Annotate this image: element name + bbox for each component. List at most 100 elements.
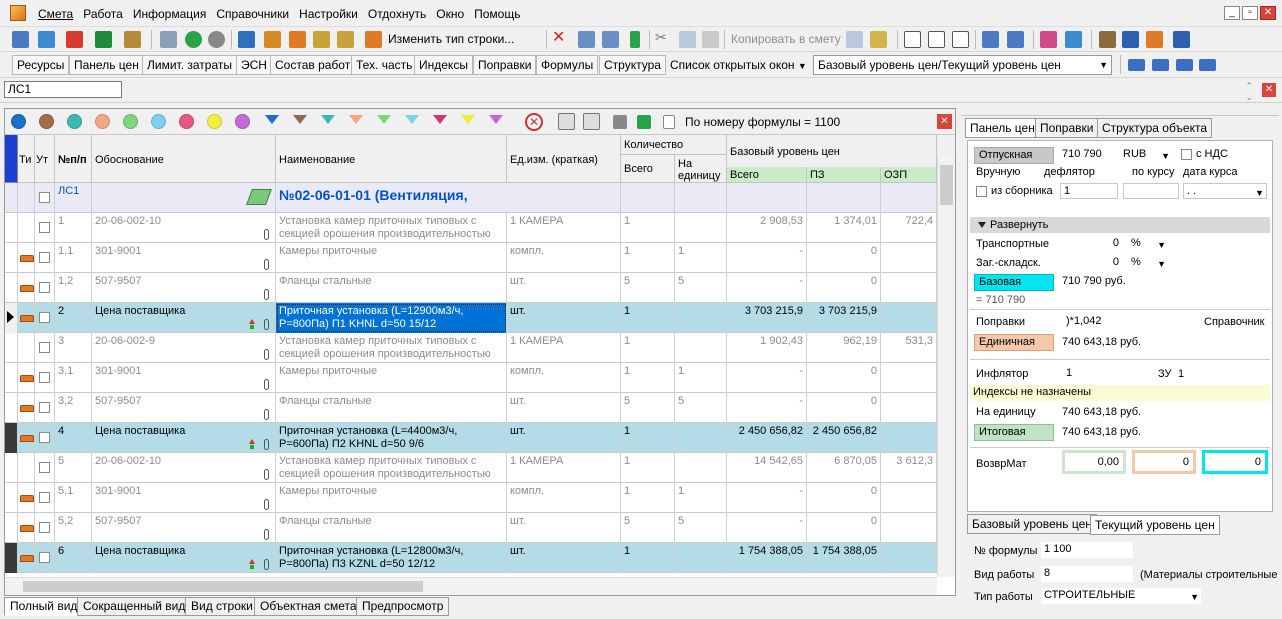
open-windows-menu[interactable]: Список открытых окон ▼ (670, 58, 807, 74)
vertical-scrollbar[interactable] (937, 155, 955, 577)
column-num[interactable]: №п/п (55, 135, 92, 183)
approve-checkbox-cell[interactable] (35, 453, 55, 483)
approve-checkbox[interactable] (39, 402, 50, 413)
recalc-icon[interactable] (238, 31, 255, 48)
transport-unit-select[interactable]: % ▼ (1128, 236, 1168, 252)
row-selector[interactable] (5, 333, 18, 363)
structure2-icon[interactable] (1007, 31, 1024, 48)
otpusknaya-badge[interactable]: Отпускная (974, 147, 1054, 164)
approve-checkbox[interactable] (39, 342, 50, 353)
tab-price-panel[interactable]: Панель цен (69, 55, 144, 75)
table-row[interactable]: 3 20-06-002-9 Установка камер приточных ти… (5, 333, 937, 363)
undo-icon[interactable] (208, 31, 225, 48)
approve-checkbox-cell[interactable] (35, 513, 55, 543)
reference-label[interactable]: Справочник (1204, 315, 1265, 330)
total-badge[interactable]: Итоговая (974, 424, 1054, 441)
unit-badge[interactable]: Единичная (974, 334, 1054, 351)
table-row[interactable]: 6 Цена поставщика Приточная установка (L=1… (5, 543, 937, 573)
attachment-icon[interactable] (264, 319, 269, 330)
car-icon[interactable] (1173, 31, 1190, 48)
tab-current-level[interactable]: Текущий уровень цен (1090, 515, 1220, 535)
delete-icon[interactable]: ✕ (552, 30, 565, 46)
approve-checkbox[interactable] (39, 552, 50, 563)
approve-checkbox-cell[interactable] (35, 543, 55, 573)
close-address-icon[interactable]: ✕ (1262, 83, 1276, 97)
move-down-icon[interactable] (602, 31, 619, 48)
row-selector[interactable] (5, 453, 18, 483)
expand-all-icon[interactable] (558, 113, 575, 130)
storage-input[interactable]: 0 (1063, 255, 1123, 271)
approve-checkbox[interactable] (39, 222, 50, 233)
approve-checkbox[interactable] (39, 492, 50, 503)
table-row[interactable]: 5,1 301-9001 Камеры приточные компл. 1 1 - 0 (5, 483, 937, 513)
approve-checkbox-cell[interactable] (35, 393, 55, 423)
pdf-icon[interactable] (66, 31, 83, 48)
add-row-icon[interactable] (12, 31, 29, 48)
horizontal-scrollbar[interactable] (5, 577, 937, 595)
color-filter-dot-icon[interactable] (123, 114, 138, 129)
tab-corrections[interactable]: Поправки (1035, 118, 1099, 138)
row-selector[interactable] (5, 423, 18, 453)
hammer-icon[interactable] (1099, 31, 1116, 48)
attachment-icon[interactable] (264, 469, 269, 480)
color-filter-dot-icon[interactable] (151, 114, 166, 129)
table-row[interactable]: 3,1 301-9001 Камеры приточные компл. 1 1 - 0 (5, 363, 937, 393)
move-up-icon[interactable] (578, 31, 595, 48)
currency-select[interactable]: RUB ▼ (1120, 147, 1170, 163)
layers-icon[interactable] (1065, 31, 1082, 48)
tab-base-level[interactable]: Базовый уровень цен (967, 514, 1097, 534)
scroll-thumb[interactable] (23, 581, 423, 592)
rate-date-select[interactable]: . . ▼ (1183, 183, 1267, 199)
vozvrmat-input-2[interactable]: 0 (1132, 450, 1196, 474)
approve-checkbox[interactable] (39, 462, 50, 473)
color-filter-dot-icon[interactable] (235, 114, 250, 129)
vozvrmat-input-3[interactable]: 0 (1202, 450, 1268, 474)
estimate-address-input[interactable]: ЛС1 (4, 81, 122, 98)
rate-input[interactable] (1123, 183, 1179, 199)
pc-icon[interactable] (904, 31, 921, 48)
row-selector[interactable] (5, 183, 18, 213)
transport-input[interactable]: 0 (1063, 236, 1123, 252)
row-selector[interactable] (5, 213, 18, 243)
column-ozp[interactable]: ОЗП (881, 167, 937, 183)
clear-filter-icon[interactable]: ✕ (525, 113, 543, 131)
column-qty-total[interactable]: Всего (621, 155, 675, 183)
approve-checkbox-cell[interactable] (35, 363, 55, 393)
tab-price-panel[interactable]: Панель цен (965, 118, 1040, 138)
attachment-icon[interactable] (264, 409, 269, 420)
deflator-input[interactable]: 1 (1060, 183, 1118, 199)
copy-icon[interactable] (679, 31, 696, 48)
approve-checkbox-cell[interactable] (35, 423, 55, 453)
filter-funnel-icon[interactable] (433, 115, 447, 124)
approve-checkbox-cell[interactable] (35, 183, 55, 213)
color-filter-dot-icon[interactable] (95, 114, 110, 129)
tab-row-view[interactable]: Вид строки (185, 597, 259, 616)
vozvrmat-input-1[interactable]: 0,00 (1062, 450, 1126, 474)
edit-section-icon[interactable] (246, 189, 272, 205)
table-row[interactable]: 5,2 507-9507 Фланцы стальные шт. 5 5 - 0 (5, 513, 937, 543)
note-icon[interactable] (337, 31, 354, 48)
change-row-type-button[interactable]: Изменить тип строки... (388, 32, 514, 47)
pr-icon[interactable] (928, 31, 945, 48)
scroll-thumb[interactable] (940, 165, 953, 205)
approve-checkbox-cell[interactable] (35, 273, 55, 303)
table-row[interactable]: 1,1 301-9001 Камеры приточные компл. 1 1 - 0 (5, 243, 937, 273)
tab-full-view[interactable]: Полный вид (4, 597, 84, 616)
restore-icon[interactable]: ▫ (1242, 6, 1258, 20)
tab-formulas[interactable]: Формулы (536, 55, 599, 75)
attachment-icon[interactable] (264, 289, 269, 300)
column-basis[interactable]: Обоснование (92, 135, 276, 183)
column-base-total[interactable]: Всего (727, 167, 807, 183)
filter-funnel-icon[interactable] (321, 115, 335, 124)
paste-icon[interactable] (702, 31, 719, 48)
outdent-icon[interactable] (1152, 59, 1169, 71)
price-level-select[interactable]: Базовый уровень цен/Текущий уровень цен … (813, 55, 1112, 75)
color-filter-dot-icon[interactable] (11, 114, 26, 129)
storage-unit-select[interactable]: % ▼ (1128, 255, 1168, 271)
tab-resources[interactable]: Ресурсы (12, 55, 70, 75)
attachment-icon[interactable] (264, 529, 269, 540)
menu-settings[interactable]: Настройки (294, 6, 363, 22)
menu-work[interactable]: Работа (78, 6, 128, 22)
approve-checkbox-cell[interactable] (35, 333, 55, 363)
color-filter-dot-icon[interactable] (67, 114, 82, 129)
